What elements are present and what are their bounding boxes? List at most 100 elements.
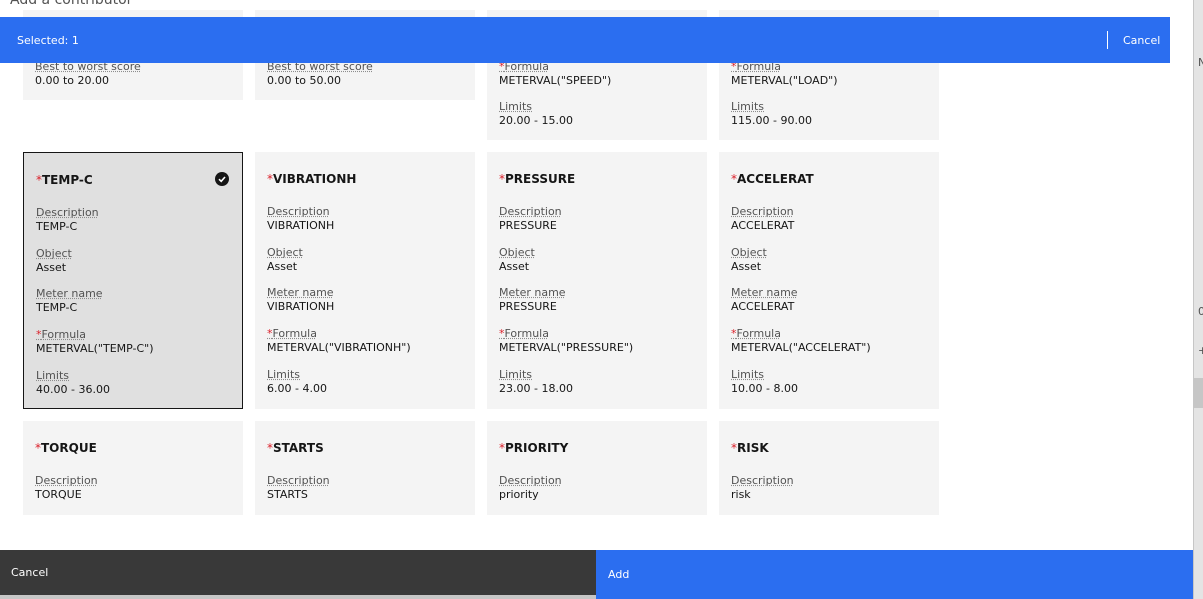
contributor-card-risk[interactable]: *RISK Description risk [719, 421, 939, 515]
field-value: Asset [731, 260, 762, 273]
field-label: Description [731, 474, 927, 487]
field-value: METERVAL("VIBRATIONH") [267, 341, 411, 354]
add-contributor-modal: Add a contributor Best to worst score 0.0… [0, 0, 1193, 599]
field-label: Limits [499, 100, 695, 113]
object-field: Object Asset [499, 246, 695, 274]
card-title-text: RISK [737, 441, 769, 455]
field-value: PRESSURE [499, 300, 557, 313]
card-title-text: STARTS [273, 441, 324, 455]
field-value: STARTS [267, 488, 308, 501]
limits-field: Limits 6.00 - 4.00 [267, 368, 463, 396]
object-field: Object Asset [267, 246, 463, 274]
card-title-text: PRIORITY [505, 441, 569, 455]
field-value: TORQUE [35, 488, 82, 501]
card-title: *RISK [731, 441, 769, 455]
field-value: Asset [267, 260, 298, 273]
formula-field: *Formula METERVAL("TEMP-C") [36, 328, 232, 356]
field-value: 0.00 to 50.00 [267, 74, 342, 87]
field-label: *Formula [36, 328, 232, 341]
contributor-card-pressure[interactable]: *PRESSURE Description PRESSURE Object Asset M… [487, 152, 707, 409]
contributor-field: Limits 115.00 - 90.00 [731, 100, 927, 128]
field-label-text: Description [499, 205, 562, 218]
contributor-card-starts[interactable]: *STARTS Description STARTS [255, 421, 475, 515]
field-label: Limits [36, 369, 232, 382]
field-value: VIBRATIONH [267, 219, 335, 232]
background-text-fragment: 0 [1198, 305, 1203, 318]
contributor-field: Limits 20.00 - 15.00 [499, 100, 695, 128]
field-label-text: Object [499, 246, 535, 259]
field-label-text: Meter name [499, 286, 566, 299]
field-value: METERVAL("SPEED") [499, 74, 612, 87]
limits-field: Limits 10.00 - 8.00 [731, 368, 927, 396]
field-value: ACCELERAT [731, 300, 795, 313]
description-field: Description STARTS [267, 474, 463, 502]
description-field: Description priority [499, 474, 695, 502]
field-value: 0.00 to 20.00 [35, 74, 110, 87]
field-label-text: Object [731, 246, 767, 259]
field-label-text: Meter name [267, 286, 334, 299]
field-value: PRESSURE [499, 219, 557, 232]
field-label: Limits [731, 100, 927, 113]
object-field: Object Asset [36, 247, 232, 275]
contributor-card-temp-c[interactable]: *TEMP-C Description TEMP-C Object Asset Meter… [23, 152, 243, 409]
footer-cancel-button[interactable]: Cancel [0, 550, 596, 595]
description-field: Description PRESSURE [499, 205, 695, 233]
field-label: Meter name [267, 286, 463, 299]
field-label-text: Formula [41, 328, 86, 341]
field-value: METERVAL("ACCELERAT") [731, 341, 871, 354]
field-label-text: Description [731, 205, 794, 218]
description-field: Description risk [731, 474, 927, 502]
footer-add-button[interactable]: Add [596, 550, 1193, 599]
field-label: Object [36, 247, 232, 260]
field-label-text: Description [731, 474, 794, 487]
field-label: Description [499, 205, 695, 218]
meter-name-field: Meter name PRESSURE [499, 286, 695, 314]
card-title: *ACCELERAT [731, 172, 814, 186]
field-label-text: Limits [731, 100, 764, 113]
contributor-field: *Formula METERVAL("LOAD") [731, 60, 927, 88]
field-label-text: Meter name [36, 287, 103, 300]
formula-field: *Formula METERVAL("VIBRATIONH") [267, 327, 463, 355]
field-label: Object [499, 246, 695, 259]
field-value: 20.00 - 15.00 [499, 114, 573, 127]
contributor-card-vibrationh[interactable]: *VIBRATIONH Description VIBRATIONH Object As… [255, 152, 475, 409]
contributor-field: Best to worst score 0.00 to 50.00 [267, 60, 463, 88]
field-label-text: Formula [504, 327, 549, 340]
field-value: 10.00 - 8.00 [731, 382, 798, 395]
field-label-text: Limits [499, 368, 532, 381]
field-label: Object [267, 246, 463, 259]
card-title: *VIBRATIONH [267, 172, 356, 186]
description-field: Description ACCELERAT [731, 205, 927, 233]
field-label: Limits [731, 368, 927, 381]
card-title: *TEMP-C [36, 173, 93, 187]
card-title: *PRIORITY [499, 441, 568, 455]
field-label: Meter name [731, 286, 927, 299]
field-label-text: Formula [736, 327, 781, 340]
background-block [1194, 378, 1203, 408]
object-field: Object Asset [731, 246, 927, 274]
background-page-strip: N 0 + [1193, 0, 1203, 599]
action-bar-cancel-button[interactable]: Cancel [1123, 34, 1160, 47]
field-label-text: Meter name [731, 286, 798, 299]
field-label: Description [267, 205, 463, 218]
field-label-text: Limits [499, 100, 532, 113]
field-value: METERVAL("PRESSURE") [499, 341, 634, 354]
field-label-text: Description [267, 205, 330, 218]
field-value: ACCELERAT [731, 219, 795, 232]
field-label: Description [36, 206, 232, 219]
field-label: Description [35, 474, 231, 487]
contributor-card-accelerat[interactable]: *ACCELERAT Description ACCELERAT Object Asse… [719, 152, 939, 409]
contributor-field: *Formula METERVAL("SPEED") [499, 60, 695, 88]
background-text-fragment: N [1198, 56, 1203, 69]
contributor-card-torque[interactable]: *TORQUE Description TORQUE [23, 421, 243, 515]
field-label: Limits [499, 368, 695, 381]
field-label: Meter name [499, 286, 695, 299]
field-value: 40.00 - 36.00 [36, 383, 110, 396]
background-text-fragment: + [1198, 344, 1203, 357]
field-label-text: Description [36, 206, 99, 219]
card-title-text: TEMP-C [42, 173, 93, 187]
card-title-text: VIBRATIONH [273, 172, 357, 186]
contributor-card-priority[interactable]: *PRIORITY Description priority [487, 421, 707, 515]
field-label: *Formula [267, 327, 463, 340]
field-label-text: Description [267, 474, 330, 487]
